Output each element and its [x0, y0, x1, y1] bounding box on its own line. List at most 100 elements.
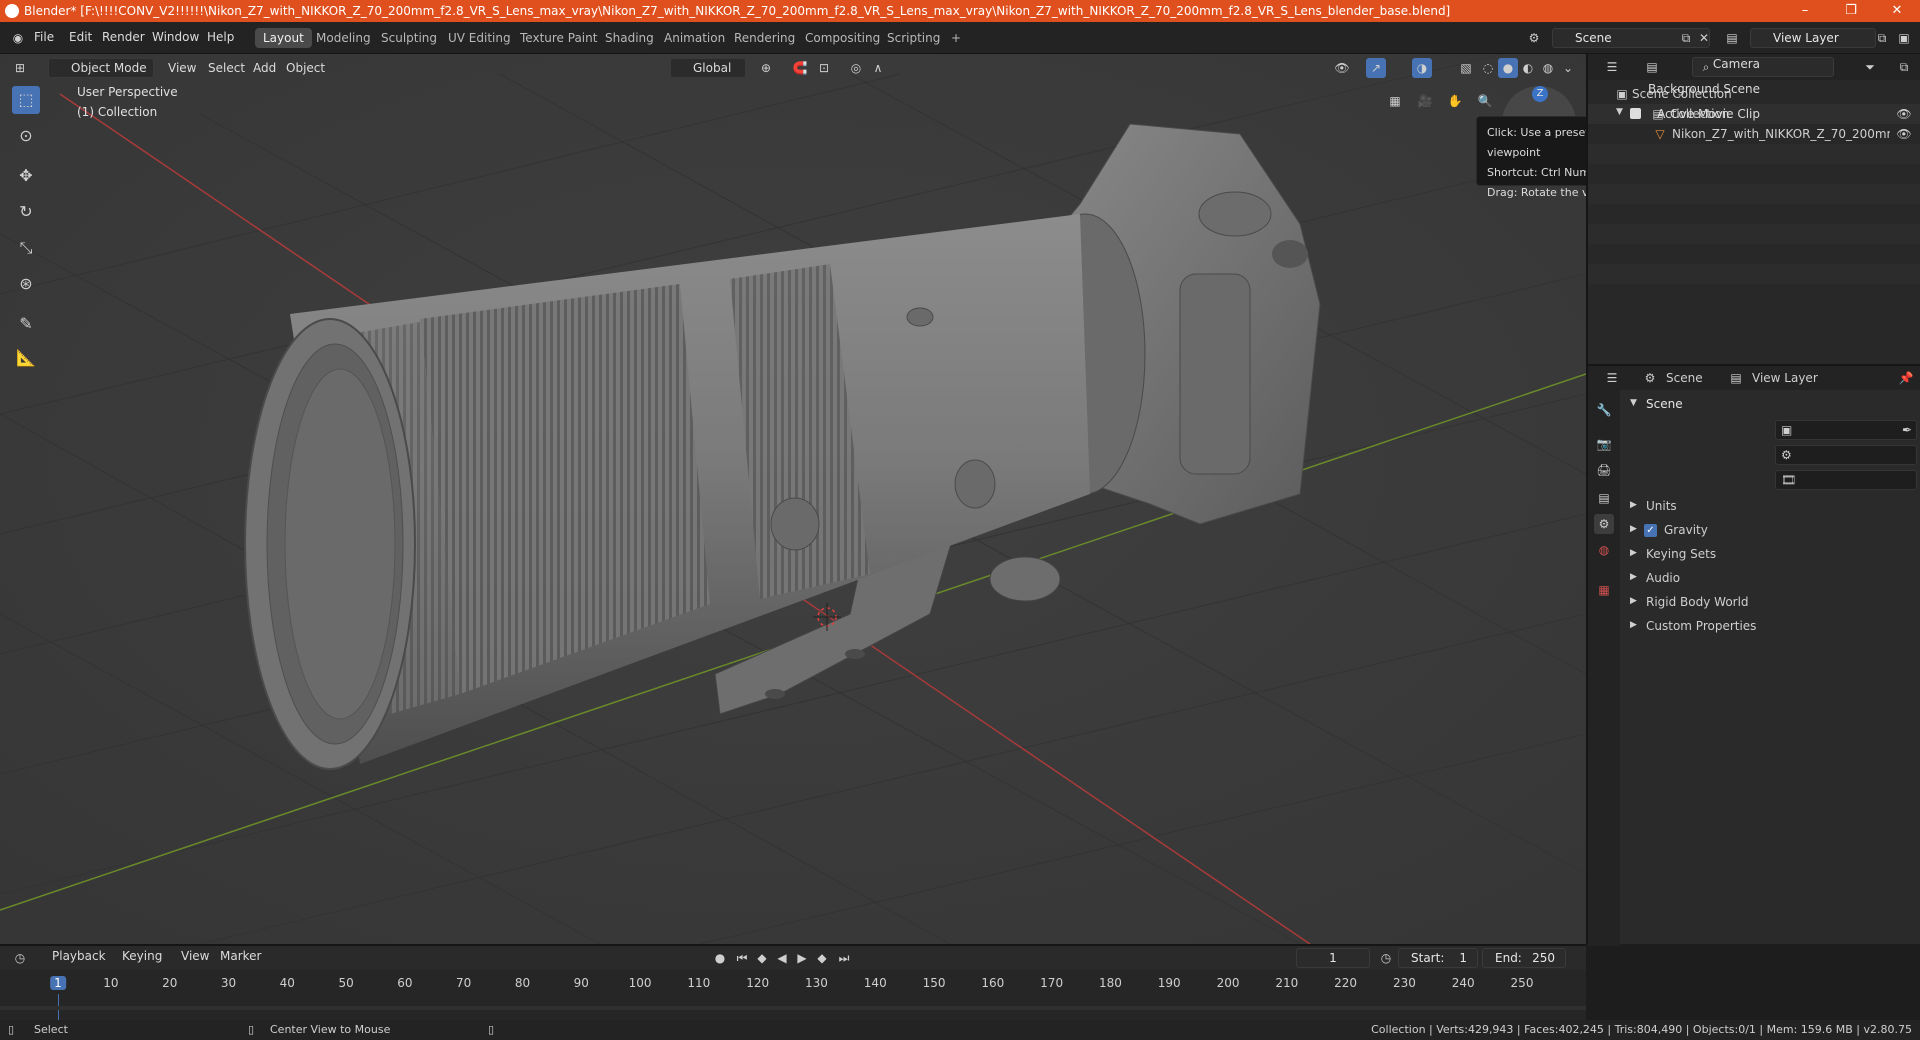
toggle-camera-view-icon[interactable]: ▦ — [1382, 88, 1408, 114]
view-layer-field[interactable]: View Layer — [1750, 28, 1876, 48]
material-shading-icon[interactable]: ◐ — [1518, 58, 1538, 78]
new-collection-icon[interactable]: ⧉ — [1894, 57, 1914, 77]
rendered-shading-icon[interactable]: ◍ — [1538, 58, 1558, 78]
wireframe-shading-icon[interactable]: ◌ — [1478, 58, 1498, 78]
menu-add[interactable]: Add — [247, 58, 282, 78]
timeline-scrollbar[interactable] — [0, 1006, 1586, 1010]
filter-icon[interactable]: ⏷ — [1860, 57, 1880, 77]
next-keyframe-icon[interactable]: ◆ — [812, 948, 832, 968]
subpanel-units[interactable]: ▶ Units — [1622, 496, 1920, 518]
minimize-button[interactable]: – — [1782, 0, 1828, 22]
render-tab-icon[interactable]: 📷 — [1594, 434, 1614, 454]
pin-icon[interactable]: 📌 — [1896, 368, 1916, 388]
scale-icon[interactable]: ⤡ — [12, 234, 40, 262]
snap-icon[interactable]: 🧲 — [790, 58, 810, 78]
tool-tab-icon[interactable]: 🔧 — [1594, 400, 1614, 420]
move-icon[interactable]: ✥ — [12, 162, 40, 190]
tab-modeling[interactable]: Modeling — [308, 28, 379, 48]
end-frame-field[interactable]: End: 250 — [1482, 948, 1566, 968]
jump-end-icon[interactable]: ⏭ — [834, 948, 854, 968]
menu-marker[interactable]: Marker — [214, 946, 267, 966]
proportional-editing-icon[interactable]: ◎ — [846, 58, 866, 78]
menu-file[interactable]: File — [34, 30, 54, 44]
tab-texture-paint[interactable]: Texture Paint — [512, 28, 605, 48]
subpanel-rigid-body-world[interactable]: ▶ Rigid Body World — [1622, 592, 1920, 614]
menu-select[interactable]: Select — [202, 58, 251, 78]
scene-tab-icon[interactable]: ⚙ — [1594, 514, 1614, 534]
tab-uv-editing[interactable]: UV Editing — [440, 28, 519, 48]
subpanel-keying-sets[interactable]: ▶ Keying Sets — [1622, 544, 1920, 566]
overlays-icon[interactable]: ◑ — [1412, 58, 1432, 78]
solid-shading-icon[interactable]: ● — [1498, 58, 1518, 78]
play-icon[interactable]: ▶ — [792, 948, 812, 968]
tab-scripting[interactable]: Scripting — [879, 28, 948, 48]
gizmo-toggle-icon[interactable]: ↗ — [1366, 58, 1386, 78]
close-window-button[interactable]: ✕ — [1874, 0, 1920, 22]
annotate-icon[interactable]: ✎ — [12, 310, 40, 338]
play-reverse-icon[interactable]: ◀ — [772, 948, 792, 968]
camera-view-icon[interactable]: 🎥 — [1412, 88, 1438, 114]
clock-icon[interactable]: ◷ — [1376, 948, 1396, 968]
mode-selector[interactable]: Object Mode — [48, 58, 154, 78]
remove-view-layer-icon[interactable]: ▣ — [1894, 28, 1914, 48]
context-view-layer-label[interactable]: View Layer — [1752, 371, 1818, 385]
eyedropper-icon[interactable]: ✒ — [1902, 423, 1912, 437]
menu-edit[interactable]: Edit — [69, 30, 92, 44]
subpanel-audio[interactable]: ▶ Audio — [1622, 568, 1920, 590]
tab-compositing[interactable]: Compositing — [797, 28, 888, 48]
add-workspace-button[interactable]: + — [943, 28, 969, 48]
new-scene-icon[interactable]: ⧉ — [1676, 28, 1696, 48]
zoom-view-icon[interactable]: 🔍 — [1472, 88, 1498, 114]
world-tab-icon[interactable]: ◍ — [1594, 540, 1614, 560]
output-tab-icon[interactable]: 🖨 — [1594, 460, 1614, 480]
tab-layout[interactable]: Layout — [255, 28, 312, 48]
remove-scene-icon[interactable]: ✕ — [1694, 28, 1714, 48]
3d-viewport[interactable]: ⊞ Object Mode View Select Add Object Glo… — [0, 54, 1586, 944]
measure-icon[interactable]: 📐 — [12, 344, 40, 372]
editor-type-icon[interactable]: ⊞ — [10, 58, 30, 78]
background-scene-field[interactable]: ⚙ — [1775, 445, 1917, 465]
transform-icon[interactable]: ⊛ — [12, 270, 40, 298]
pan-view-icon[interactable]: ✋ — [1442, 88, 1468, 114]
menu-window[interactable]: Window — [152, 30, 199, 44]
rotate-icon[interactable]: ↻ — [12, 198, 40, 226]
camera-field[interactable]: ▣ ✒ — [1775, 420, 1917, 440]
prev-keyframe-icon[interactable]: ◆ — [752, 948, 772, 968]
falloff-icon[interactable]: ∧ — [868, 58, 888, 78]
context-scene-label[interactable]: Scene — [1666, 371, 1703, 385]
tab-sculpting[interactable]: Sculpting — [373, 28, 445, 48]
record-icon[interactable]: ● — [710, 948, 730, 968]
active-movie-clip-field[interactable]: 🎞 — [1775, 470, 1917, 490]
view-layer-selector-icon[interactable]: ▤ — [1722, 28, 1742, 48]
maximize-button[interactable]: ❐ — [1828, 0, 1874, 22]
jump-start-icon[interactable]: ⏮ — [732, 948, 752, 968]
xray-icon[interactable]: ▧ — [1456, 58, 1476, 78]
cursor-icon[interactable]: ⊙ — [12, 122, 40, 150]
tree-row-object[interactable]: ▽ Nikon_Z7_with_NIKKOR_Z_70_200mm_f2.8 👁 — [1588, 124, 1920, 144]
shading-options-icon[interactable]: ⌄ — [1558, 58, 1578, 78]
properties-editor-type-icon[interactable]: ☰ — [1602, 368, 1622, 388]
subpanel-gravity[interactable]: ▶ ✓ Gravity — [1622, 520, 1920, 542]
frame-ruler[interactable]: 1 10 20 30 40 50 60 70 80 90 100 110 120 130 140 150 160… — [0, 970, 1586, 1022]
timeline-editor-type-icon[interactable]: ◷ — [10, 948, 30, 968]
tab-animation[interactable]: Animation — [656, 28, 733, 48]
scene-panel-header[interactable]: ▼ Scene — [1622, 394, 1920, 416]
eye-icon[interactable]: 👁 — [1894, 124, 1914, 144]
tab-shading[interactable]: Shading — [597, 28, 662, 48]
menu-playback[interactable]: Playback — [46, 946, 112, 966]
view-layer-tab-icon[interactable]: ▤ — [1594, 488, 1614, 508]
menu-object[interactable]: Object — [280, 58, 331, 78]
menu-render[interactable]: Render — [102, 30, 145, 44]
texture-tab-icon[interactable]: ▦ — [1594, 580, 1614, 600]
menu-keying[interactable]: Keying — [116, 946, 168, 966]
menu-view[interactable]: View — [162, 58, 202, 78]
current-frame-field[interactable]: 1 — [1296, 948, 1370, 968]
visibility-icon[interactable]: 👁 — [1332, 58, 1352, 78]
menu-view[interactable]: View — [175, 946, 215, 966]
gravity-checkbox[interactable]: ✓ — [1644, 524, 1657, 537]
pivot-point-icon[interactable]: ⊕ — [756, 58, 776, 78]
select-box-icon[interactable]: ⬚ — [12, 86, 40, 114]
tab-rendering[interactable]: Rendering — [726, 28, 803, 48]
gizmo-z-axis[interactable]: Z — [1532, 86, 1548, 102]
new-view-layer-icon[interactable]: ⧉ — [1872, 28, 1892, 48]
